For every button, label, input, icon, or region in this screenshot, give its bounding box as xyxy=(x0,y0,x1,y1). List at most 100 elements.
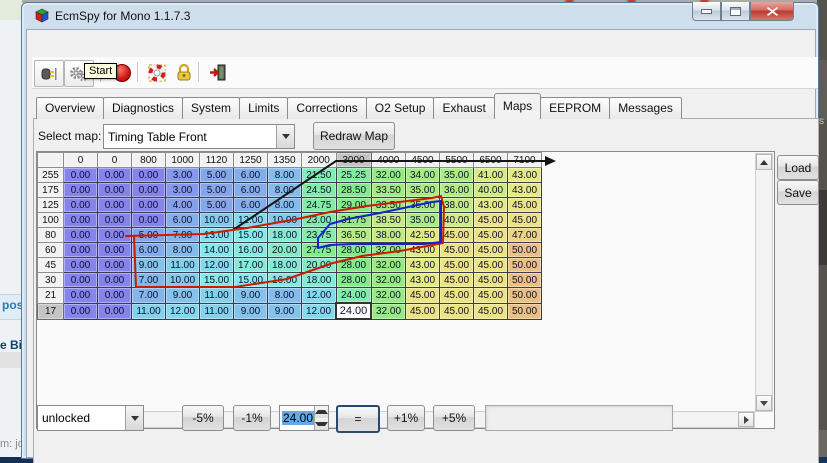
minus-5-percent-button[interactable]: -5% xyxy=(182,405,224,431)
cell-125-1350[interactable]: 8.00 xyxy=(268,198,302,213)
col-header-1000[interactable]: 1000 xyxy=(166,153,200,168)
col-header-2000[interactable]: 2000 xyxy=(302,153,337,168)
cell-80-5500[interactable]: 45.00 xyxy=(440,228,474,243)
cell-100-6500[interactable]: 45.00 xyxy=(474,213,508,228)
cell-60-0[interactable]: 0.00 xyxy=(64,243,98,258)
cell-100-3000[interactable]: 31.75 xyxy=(336,213,371,228)
cell-60-800[interactable]: 6.00 xyxy=(132,243,166,258)
row-header-17[interactable]: 17 xyxy=(38,303,64,319)
cell-17-5500[interactable]: 45.00 xyxy=(440,303,474,319)
cell-100-1120[interactable]: 10.00 xyxy=(200,213,234,228)
cell-21-2000[interactable]: 12.00 xyxy=(302,288,337,304)
cell-45-7100[interactable]: 50.00 xyxy=(508,258,542,273)
cell-80-2000[interactable]: 23.75 xyxy=(302,228,337,243)
col-header-3000[interactable]: 3000 xyxy=(336,153,371,168)
cell-255-1250[interactable]: 6.00 xyxy=(234,168,268,183)
cell-30-0[interactable]: 0.00 xyxy=(98,273,132,288)
cell-255-6500[interactable]: 41.00 xyxy=(474,168,508,183)
cell-17-4500[interactable]: 45.00 xyxy=(406,303,440,319)
cell-100-1250[interactable]: 12.00 xyxy=(234,213,268,228)
cell-45-4000[interactable]: 32.00 xyxy=(371,258,406,273)
cell-100-4000[interactable]: 38.50 xyxy=(371,213,406,228)
scroll-right-button[interactable] xyxy=(738,412,754,427)
cell-125-2000[interactable]: 24.75 xyxy=(302,198,337,213)
tab-messages[interactable]: Messages xyxy=(609,97,682,119)
cell-100-1350[interactable]: 10.00 xyxy=(268,213,302,228)
cell-21-800[interactable]: 7.00 xyxy=(132,288,166,304)
cell-21-1000[interactable]: 9.00 xyxy=(166,288,200,304)
col-header-1250[interactable]: 1250 xyxy=(234,153,268,168)
scroll-up-button[interactable] xyxy=(756,154,772,170)
cell-255-4500[interactable]: 34.00 xyxy=(406,168,440,183)
cell-30-4500[interactable]: 43.00 xyxy=(406,273,440,288)
cell-21-1350[interactable]: 8.00 xyxy=(268,288,302,304)
cell-100-5500[interactable]: 40.00 xyxy=(440,213,474,228)
cell-60-6500[interactable]: 45.00 xyxy=(474,243,508,258)
cell-175-4500[interactable]: 35.00 xyxy=(406,183,440,198)
cell-80-4000[interactable]: 38.00 xyxy=(371,228,406,243)
cell-80-1250[interactable]: 15.00 xyxy=(234,228,268,243)
row-header-175[interactable]: 175 xyxy=(38,183,64,198)
cell-175-6500[interactable]: 40.00 xyxy=(474,183,508,198)
cell-100-0[interactable]: 0.00 xyxy=(98,213,132,228)
cell-255-3000[interactable]: 25.25 xyxy=(336,168,371,183)
row-header-60[interactable]: 60 xyxy=(38,243,64,258)
cell-125-4500[interactable]: 35.00 xyxy=(406,198,440,213)
cell-255-1120[interactable]: 5.00 xyxy=(200,168,234,183)
cell-80-1350[interactable]: 18.00 xyxy=(268,228,302,243)
cell-100-4500[interactable]: 35.00 xyxy=(406,213,440,228)
cell-30-1120[interactable]: 15.00 xyxy=(200,273,234,288)
cell-175-800[interactable]: 0.00 xyxy=(132,183,166,198)
cell-30-800[interactable]: 7.00 xyxy=(132,273,166,288)
save-button[interactable]: Save xyxy=(777,180,819,205)
cell-80-7100[interactable]: 47.00 xyxy=(508,228,542,243)
help-button[interactable] xyxy=(143,60,171,85)
cell-100-800[interactable]: 0.00 xyxy=(132,213,166,228)
cell-17-1250[interactable]: 9.00 xyxy=(234,303,268,319)
cell-100-0[interactable]: 0.00 xyxy=(64,213,98,228)
row-header-45[interactable]: 45 xyxy=(38,258,64,273)
col-header-1120[interactable]: 1120 xyxy=(200,153,234,168)
cell-175-0[interactable]: 0.00 xyxy=(98,183,132,198)
cell-60-0[interactable]: 0.00 xyxy=(98,243,132,258)
cell-255-4000[interactable]: 32.00 xyxy=(371,168,406,183)
cell-30-4000[interactable]: 32.00 xyxy=(371,273,406,288)
cell-175-0[interactable]: 0.00 xyxy=(64,183,98,198)
cell-21-6500[interactable]: 45.00 xyxy=(474,288,508,304)
cell-125-0[interactable]: 0.00 xyxy=(98,198,132,213)
cell-100-7100[interactable]: 45.00 xyxy=(508,213,542,228)
lock-state-dropdown-button[interactable] xyxy=(125,406,143,430)
cell-45-0[interactable]: 0.00 xyxy=(64,258,98,273)
lock-state-combobox[interactable]: unlocked xyxy=(37,405,144,431)
tab-maps[interactable]: Maps xyxy=(494,93,541,119)
cell-60-1000[interactable]: 8.00 xyxy=(166,243,200,258)
cell-17-1350[interactable]: 9.00 xyxy=(268,303,302,319)
cell-80-6500[interactable]: 45.00 xyxy=(474,228,508,243)
cell-45-1120[interactable]: 12.00 xyxy=(200,258,234,273)
cell-125-4000[interactable]: 33.50 xyxy=(371,198,406,213)
cell-100-2000[interactable]: 23.00 xyxy=(302,213,337,228)
cell-100-1000[interactable]: 6.00 xyxy=(166,213,200,228)
tab-o2-setup[interactable]: O2 Setup xyxy=(366,97,435,119)
cell-45-3000[interactable]: 28.00 xyxy=(336,258,371,273)
adjust-status-field[interactable] xyxy=(485,405,673,431)
exit-button[interactable] xyxy=(204,60,232,85)
cell-45-6500[interactable]: 45.00 xyxy=(474,258,508,273)
tab-overview[interactable]: Overview xyxy=(36,97,104,119)
cell-21-0[interactable]: 0.00 xyxy=(64,288,98,304)
cell-125-1000[interactable]: 4.00 xyxy=(166,198,200,213)
cell-30-5500[interactable]: 45.00 xyxy=(440,273,474,288)
cell-30-2000[interactable]: 18.00 xyxy=(302,273,337,288)
cell-45-1350[interactable]: 18.00 xyxy=(268,258,302,273)
tab-exhaust[interactable]: Exhaust xyxy=(433,97,494,119)
cell-125-0[interactable]: 0.00 xyxy=(64,198,98,213)
minus-1-percent-button[interactable]: -1% xyxy=(233,405,271,431)
spinner-down-button[interactable] xyxy=(315,418,328,430)
row-header-100[interactable]: 100 xyxy=(38,213,64,228)
cell-255-0[interactable]: 0.00 xyxy=(98,168,132,183)
cell-80-1000[interactable]: 7.00 xyxy=(166,228,200,243)
cell-125-1120[interactable]: 5.00 xyxy=(200,198,234,213)
cell-175-2000[interactable]: 24.50 xyxy=(302,183,337,198)
cell-125-1250[interactable]: 6.00 xyxy=(234,198,268,213)
row-header-255[interactable]: 255 xyxy=(38,168,64,183)
